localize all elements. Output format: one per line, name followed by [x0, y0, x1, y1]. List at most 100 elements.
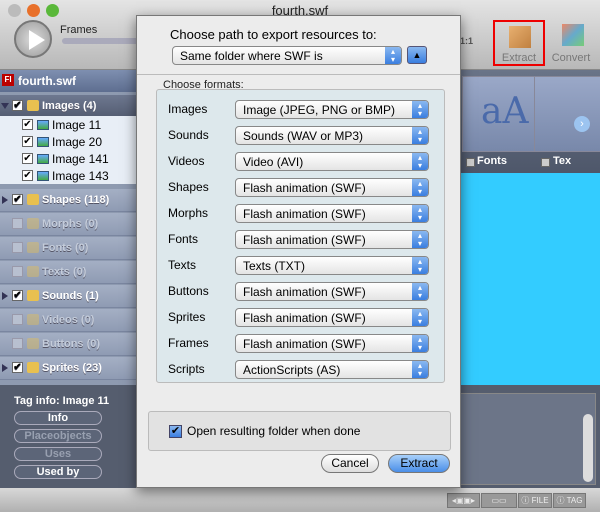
group-checkbox[interactable]: ✔: [12, 194, 23, 205]
tag-info-button[interactable]: ⓘ TAG: [553, 493, 586, 508]
item-checkbox[interactable]: ✔: [22, 136, 33, 147]
format-value: Flash animation (SWF): [243, 207, 366, 221]
play-button[interactable]: [14, 20, 52, 58]
tag-info-tab[interactable]: Used by: [14, 465, 102, 479]
format-select[interactable]: Flash animation (SWF) ▴ ▾: [235, 282, 429, 301]
tree-group[interactable]: Texts (0): [0, 261, 136, 284]
select-arrows-icon: ▴ ▾: [412, 101, 428, 118]
format-select[interactable]: Flash animation (SWF) ▴ ▾: [235, 230, 429, 249]
select-arrows-icon: ▴ ▾: [412, 231, 428, 248]
format-select[interactable]: Flash animation (SWF) ▴ ▾: [235, 178, 429, 197]
tree-group[interactable]: Morphs (0): [0, 213, 136, 236]
tree-item[interactable]: ✔ Image 11: [0, 116, 136, 133]
format-select[interactable]: Video (AVI) ▴ ▾: [235, 152, 429, 171]
disclosure-triangle-icon[interactable]: [1, 103, 9, 109]
group-checkbox[interactable]: [12, 314, 23, 325]
convert-toolbar-button[interactable]: Convert: [548, 20, 594, 66]
open-folder-label[interactable]: Open resulting folder when done: [187, 424, 360, 438]
format-label: Videos: [168, 154, 205, 168]
item-label: Image 143: [52, 169, 109, 183]
item-checkbox[interactable]: ✔: [22, 119, 33, 130]
folder-icon: [27, 338, 39, 349]
extract-button[interactable]: Extract: [388, 454, 450, 473]
thumbnail-label: Fonts: [477, 155, 507, 167]
group-checkbox[interactable]: ✔: [12, 100, 23, 111]
item-checkbox[interactable]: ✔: [22, 153, 33, 164]
options-group: ✔ Open resulting folder when done: [148, 411, 451, 451]
format-select[interactable]: Flash animation (SWF) ▴ ▾: [235, 334, 429, 353]
disclosure-triangle-icon[interactable]: [2, 196, 8, 204]
zoom-1to1-button[interactable]: 1:1: [460, 36, 473, 46]
extract-toolbar-button[interactable]: Extract: [493, 20, 545, 66]
format-value: Flash animation (SWF): [243, 233, 366, 247]
export-path-select[interactable]: Same folder where SWF is ▴ ▾: [172, 46, 402, 65]
format-select[interactable]: Image (JPEG, PNG or BMP) ▴ ▾: [235, 100, 429, 119]
frames-slider[interactable]: [62, 38, 142, 44]
tag-info-title: Tag info: Image 11: [14, 395, 110, 407]
group-checkbox[interactable]: [12, 338, 23, 349]
format-value: Sounds (WAV or MP3): [243, 129, 364, 143]
select-arrows-icon: ▴ ▾: [412, 127, 428, 144]
format-select[interactable]: Flash animation (SWF) ▴ ▾: [235, 204, 429, 223]
format-select[interactable]: Texts (TXT) ▴ ▾: [235, 256, 429, 275]
extract-label: Extract: [501, 52, 537, 64]
tree-item[interactable]: ✔ Image 143: [0, 167, 136, 184]
format-label: Fonts: [168, 232, 199, 246]
group-checkbox[interactable]: ✔: [12, 362, 23, 373]
thumbnail-fonts[interactable]: aA: [462, 76, 542, 152]
scrollbar[interactable]: [583, 414, 593, 482]
texts-checkbox[interactable]: [541, 158, 550, 167]
group-label: Morphs (0): [42, 218, 99, 230]
format-label: Texts: [168, 258, 197, 272]
tree-group[interactable]: ✔ Images (4): [0, 95, 136, 118]
frames-label: Frames: [60, 24, 98, 36]
tree-item[interactable]: ✔ Image 20: [0, 133, 136, 150]
view-mode-button[interactable]: ◂▣▣▸: [447, 493, 480, 508]
group-checkbox[interactable]: ✔: [12, 290, 23, 301]
divider: [137, 74, 460, 75]
item-label: Image 20: [52, 135, 103, 149]
tree-group[interactable]: ✔ Shapes (118): [0, 189, 136, 212]
cancel-button[interactable]: Cancel: [321, 454, 379, 473]
format-select[interactable]: Flash animation (SWF) ▴ ▾: [235, 308, 429, 327]
tree-item[interactable]: ✔ Image 141: [0, 150, 136, 167]
format-select[interactable]: ActionScripts (AS) ▴ ▾: [235, 360, 429, 379]
convert-label: Convert: [551, 52, 591, 64]
group-checkbox[interactable]: [12, 242, 23, 253]
disclosure-triangle-icon[interactable]: [2, 364, 8, 372]
tag-info-tab[interactable]: Info: [14, 411, 102, 425]
select-arrows-icon: ▴ ▾: [412, 153, 428, 170]
tag-info-tab[interactable]: Uses: [14, 447, 102, 461]
disclosure-button[interactable]: ▲: [407, 46, 427, 64]
tree-group[interactable]: Buttons (0): [0, 333, 136, 356]
group-checkbox[interactable]: [12, 266, 23, 277]
layout-button[interactable]: ▭▭: [481, 493, 517, 508]
format-value: Flash animation (SWF): [243, 181, 366, 195]
tag-info-tab[interactable]: Placeobjects: [14, 429, 102, 443]
tree-group[interactable]: Videos (0): [0, 309, 136, 332]
folder-icon: [27, 218, 39, 229]
tree-group[interactable]: ✔ Sounds (1): [0, 285, 136, 308]
resource-tree: Fl fourth.swf ✔ Images (4) ✔ Image 11 ✔ Image …: [0, 70, 136, 385]
fonts-glyph-icon: aA: [481, 91, 529, 132]
thumbnail-texts[interactable]: [534, 76, 600, 152]
select-arrows-icon: ▴ ▾: [412, 335, 428, 352]
item-checkbox[interactable]: ✔: [22, 170, 33, 181]
disclosure-triangle-icon[interactable]: [2, 292, 8, 300]
fonts-checkbox[interactable]: [466, 158, 475, 167]
file-root[interactable]: Fl fourth.swf: [0, 70, 136, 92]
tree-group[interactable]: Fonts (0): [0, 237, 136, 260]
scroll-right-button[interactable]: ›: [574, 116, 590, 132]
tree-group[interactable]: ✔ Sprites (23): [0, 357, 136, 380]
image-icon: [37, 137, 49, 147]
tag-info-label: TAG: [566, 496, 583, 505]
format-select[interactable]: Sounds (WAV or MP3) ▴ ▾: [235, 126, 429, 145]
format-label: Buttons: [168, 284, 209, 298]
format-label: Sprites: [168, 310, 206, 324]
folder-icon: [27, 362, 39, 373]
group-checkbox[interactable]: [12, 218, 23, 229]
format-value: ActionScripts (AS): [243, 363, 341, 377]
path-value: Same folder where SWF is: [180, 49, 323, 63]
open-folder-checkbox[interactable]: ✔: [169, 425, 182, 438]
file-info-button[interactable]: ⓘ FILE: [518, 493, 552, 508]
